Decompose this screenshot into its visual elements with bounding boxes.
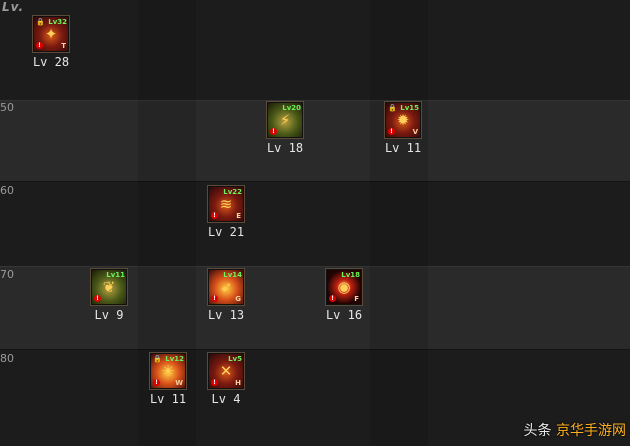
hotkey-label: H [235, 379, 241, 387]
watermark-prefix: 头条 [523, 423, 552, 439]
warning-icon: ! [211, 295, 218, 302]
skill-icon[interactable]: Lv18 ◉ ! F [326, 269, 362, 305]
skill-level-label: Lv 16 [325, 308, 363, 322]
skill-level-label: Lv 11 [384, 141, 422, 155]
skill-icon[interactable]: 🔒 Lv15 ✹ ! V [385, 102, 421, 138]
skill-slot[interactable]: Lv11 ❦ ! Lv 9 [89, 269, 129, 322]
skill-glyph-icon: ✹ [396, 111, 410, 129]
skill-slot[interactable]: Lv22 ≋ ! E Lv 21 [206, 186, 246, 239]
skill-level-label: Lv 11 [149, 392, 187, 406]
hotkey-label: T [61, 42, 66, 50]
tier-row-60 [0, 182, 630, 266]
skill-slot[interactable]: 🔒 Lv32 ✦ ! T Lv 28 [31, 16, 71, 69]
skill-level-label: Lv 4 [211, 392, 241, 406]
skill-glyph-icon: ☀ [161, 362, 175, 380]
row-label-60: 60 [0, 184, 14, 197]
skill-level-label: Lv 18 [266, 141, 304, 155]
skill-glyph-icon: ❦ [102, 278, 116, 296]
skill-glyph-icon: ⚡ [279, 111, 291, 129]
tier-row-0 [0, 0, 630, 100]
warning-icon: ! [36, 42, 43, 49]
skill-slot[interactable]: Lv14 ➶ ! G Lv 13 [206, 269, 246, 322]
skill-glyph-icon: ➶ [219, 278, 233, 296]
skill-level-label: Lv 28 [32, 55, 70, 69]
warning-icon: ! [329, 295, 336, 302]
hotkey-label: F [354, 295, 359, 303]
hotkey-label: W [175, 379, 183, 387]
skill-slot[interactable]: Lv18 ◉ ! F Lv 16 [324, 269, 364, 322]
skill-icon[interactable]: 🔒 Lv12 ☀ ! W [150, 353, 186, 389]
skill-glyph-icon: ✦ [44, 25, 58, 43]
warning-icon: ! [211, 212, 218, 219]
watermark: 头条 京华手游网 [524, 420, 626, 440]
hotkey-label: V [412, 128, 418, 136]
warning-icon: ! [153, 379, 160, 386]
row-label-80: 80 [0, 352, 14, 365]
watermark-text: 京华手游网 [556, 423, 626, 439]
warning-icon: ! [94, 295, 101, 302]
column-shade [370, 0, 428, 446]
hotkey-label: G [235, 295, 241, 303]
skill-icon[interactable]: Lv11 ❦ ! [91, 269, 127, 305]
hotkey-label: E [236, 212, 241, 220]
row-label-70: 70 [0, 268, 14, 281]
skill-icon[interactable]: Lv14 ➶ ! G [208, 269, 244, 305]
warning-icon: ! [388, 128, 395, 135]
skill-level-label: Lv 13 [207, 308, 245, 322]
tier-row-50 [0, 100, 630, 182]
warning-icon: ! [270, 128, 277, 135]
warning-icon: ! [211, 379, 218, 386]
skill-glyph-icon: ≋ [219, 195, 233, 213]
skill-glyph-icon: ◉ [337, 278, 351, 296]
skill-icon[interactable]: Lv22 ≋ ! E [208, 186, 244, 222]
skill-icon[interactable]: Lv20 ⚡ ! [267, 102, 303, 138]
skill-slot[interactable]: Lv5 ✕ ! H Lv 4 [206, 353, 246, 406]
skill-slot[interactable]: 🔒 Lv15 ✹ ! V Lv 11 [383, 102, 423, 155]
skill-slot[interactable]: Lv20 ⚡ ! Lv 18 [265, 102, 305, 155]
skill-slot[interactable]: 🔒 Lv12 ☀ ! W Lv 11 [148, 353, 188, 406]
level-column-header: Lv. [2, 0, 25, 14]
skill-glyph-icon: ✕ [219, 362, 233, 380]
skill-icon[interactable]: Lv5 ✕ ! H [208, 353, 244, 389]
skill-level-label: Lv 9 [94, 308, 124, 322]
skill-icon[interactable]: 🔒 Lv32 ✦ ! T [33, 16, 69, 52]
skill-level-label: Lv 21 [207, 225, 245, 239]
row-label-50: 50 [0, 101, 14, 114]
